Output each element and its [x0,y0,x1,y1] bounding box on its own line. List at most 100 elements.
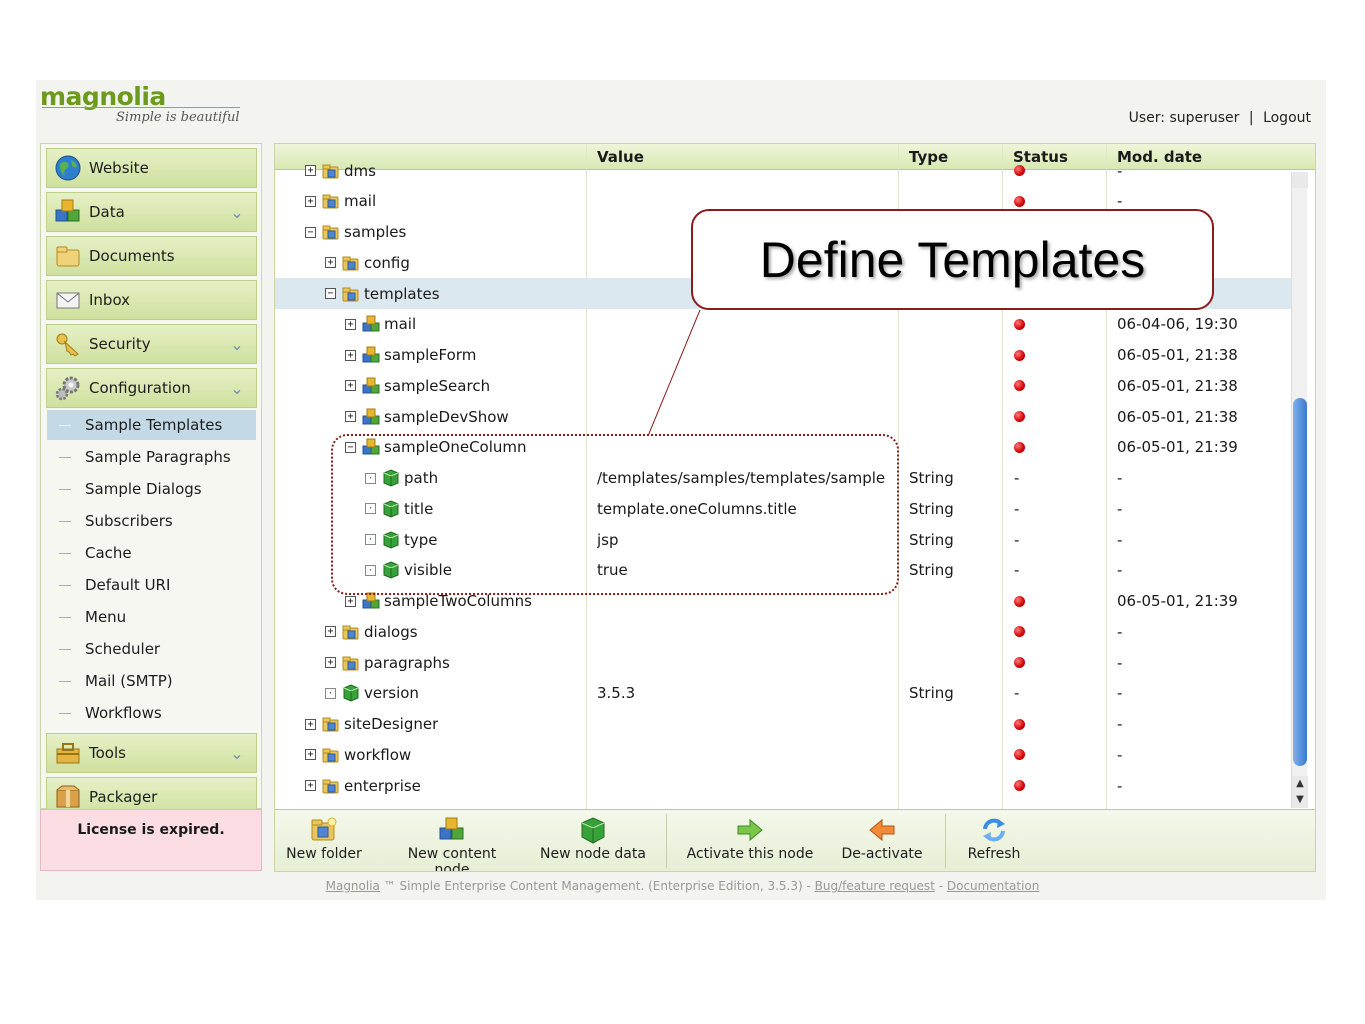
tree-row-mail[interactable]: + mail 06-04-06, 19:30 [275,309,1295,340]
node-mod-date: - [1117,622,1123,641]
expand-icon[interactable]: + [345,411,356,422]
expand-icon[interactable]: + [345,595,356,607]
node-mod-date: - [1117,469,1123,487]
refresh-button[interactable]: Refresh [961,816,1027,862]
node-name[interactable]: siteDesigner [344,715,438,733]
node-name[interactable]: workflow [344,746,411,764]
scroll-up-arrow[interactable]: ▲ [1292,776,1308,792]
chevron-down-icon[interactable]: ⌄ [226,379,248,398]
expand-icon[interactable]: + [345,349,356,361]
node-name[interactable]: mail [384,315,416,333]
config-item-label: Menu [85,608,127,626]
tree-row-enterprise[interactable]: + enterprise - [275,770,1295,801]
config-item-cache[interactable]: Cache [47,538,256,568]
new-content-node-button[interactable]: New content node [389,816,515,871]
tree-dash [59,424,71,426]
expand-icon[interactable]: + [305,195,316,207]
node-name[interactable]: mail [344,192,376,210]
status-red-dot-icon [1014,626,1025,638]
config-item-sample-dialogs[interactable]: Sample Dialogs [47,474,256,504]
deactivate-button[interactable]: De-activate [837,816,927,862]
node-name[interactable]: config [364,254,410,272]
sidebar-menu-security[interactable]: Security ⌄ [46,324,257,364]
config-item-sample-paragraphs[interactable]: Sample Paragraphs [47,442,256,472]
sidebar-menu-data[interactable]: Data ⌄ [46,192,257,232]
tree-row-dms[interactable]: + dms - [275,155,1295,186]
node-name[interactable]: samples [344,223,406,241]
node-name[interactable]: version [364,684,419,702]
config-item-sample-templates[interactable]: Sample Templates [47,410,256,440]
status-indicator [1014,770,1025,801]
magnolia-logo[interactable]: magnolia Simple is beautiful [40,82,245,132]
tree-row-dialogs[interactable]: + dialogs - [275,616,1295,647]
collapse-icon[interactable]: − [305,226,316,238]
vertical-scrollbar[interactable]: ▲ ▼ [1291,172,1308,808]
tree-row-samplesearch[interactable]: + sampleSearch 06-05-01, 21:38 [275,370,1295,401]
expand-icon[interactable]: + [305,780,316,791]
activate-node-button[interactable]: Activate this node [685,816,815,862]
tree-row-sampledevshow[interactable]: + sampleDevShow 06-05-01, 21:38 [275,401,1295,432]
expand-icon[interactable]: + [345,318,356,330]
node-name-cell: + paragraphs [325,647,450,678]
logout-link[interactable]: Logout [1263,110,1311,126]
folder-node-icon [322,715,340,733]
sidebar-menu-inbox[interactable]: Inbox [46,280,257,320]
tree-row-paragraphs[interactable]: + paragraphs - [275,647,1295,678]
node-name[interactable]: paragraphs [364,654,450,672]
sidebar-menu-tools[interactable]: Tools ⌄ [46,733,257,773]
content-node-icon [362,346,380,364]
tree-row-workflow[interactable]: + workflow - [275,739,1295,770]
new-folder-button[interactable]: New folder [285,816,363,862]
node-name[interactable]: sampleSearch [384,377,490,395]
tree-row-sampleform[interactable]: + sampleForm 06-05-01, 21:38 [275,340,1295,371]
node-name[interactable]: dms [344,162,376,180]
config-item-label: Cache [85,544,132,562]
status-red-dot-icon [1014,718,1025,730]
chevron-down-icon[interactable]: ⌄ [226,203,248,222]
expand-icon[interactable]: + [305,165,316,176]
expand-icon[interactable]: + [305,749,316,761]
scroll-down-arrow[interactable]: ▼ [1292,792,1308,808]
tree-row-sitedesigner[interactable]: + siteDesigner - [275,709,1295,740]
config-item-label: Sample Templates [85,416,223,434]
node-name-cell: − samples [305,217,406,248]
node-name-cell: · version [325,678,419,709]
chevron-down-icon[interactable]: ⌄ [226,744,248,763]
config-item-subscribers[interactable]: Subscribers [47,506,256,536]
node-mod-date: - [1117,499,1123,518]
expand-icon[interactable]: + [325,626,336,638]
config-item-mail-smtp[interactable]: Mail (SMTP) [47,666,256,696]
sidebar-menu-configuration[interactable]: Configuration ⌄ [46,368,257,408]
scrollbar-thumb[interactable] [1293,398,1307,766]
status-text: - [1014,561,1020,580]
tree-row-version[interactable]: · version 3.5.3 String - - [275,678,1295,709]
license-text: License is expired. [77,822,225,838]
footer-text: ™ Simple Enterprise Content Management. … [379,879,815,893]
footer-doc-link[interactable]: Documentation [947,879,1040,893]
expand-icon[interactable]: + [325,257,336,269]
footer-magnolia-link[interactable]: Magnolia [326,879,380,893]
config-item-scheduler[interactable]: Scheduler [47,634,256,664]
new-folder-label: New folder [286,846,362,862]
config-item-workflows[interactable]: Workflows [47,698,256,728]
config-item-default-uri[interactable]: Default URI [47,570,256,600]
expand-icon[interactable]: + [305,718,316,730]
action-toolbar: New folder New content node New node dat… [275,809,1315,871]
sidebar-menu-website[interactable]: Website [46,148,257,188]
expand-icon[interactable]: + [345,380,356,392]
node-name[interactable]: sampleForm [384,346,476,364]
sidebar-menu-documents[interactable]: Documents [46,236,257,276]
new-node-data-button[interactable]: New node data [540,816,646,862]
node-name[interactable]: enterprise [344,777,421,795]
node-mod-date: 06-05-01, 21:38 [1117,346,1238,364]
node-data-icon [581,817,605,844]
expand-icon[interactable]: + [325,657,336,668]
footer-bug-link[interactable]: Bug/feature request [815,879,935,893]
config-item-menu[interactable]: Menu [47,602,256,632]
node-name[interactable]: dialogs [364,623,418,641]
chevron-down-icon[interactable]: ⌄ [226,335,248,354]
collapse-icon[interactable]: − [325,288,336,299]
node-name[interactable]: templates [364,285,440,303]
node-name[interactable]: sampleDevShow [384,408,509,426]
node-mod-date: - [1117,684,1123,703]
